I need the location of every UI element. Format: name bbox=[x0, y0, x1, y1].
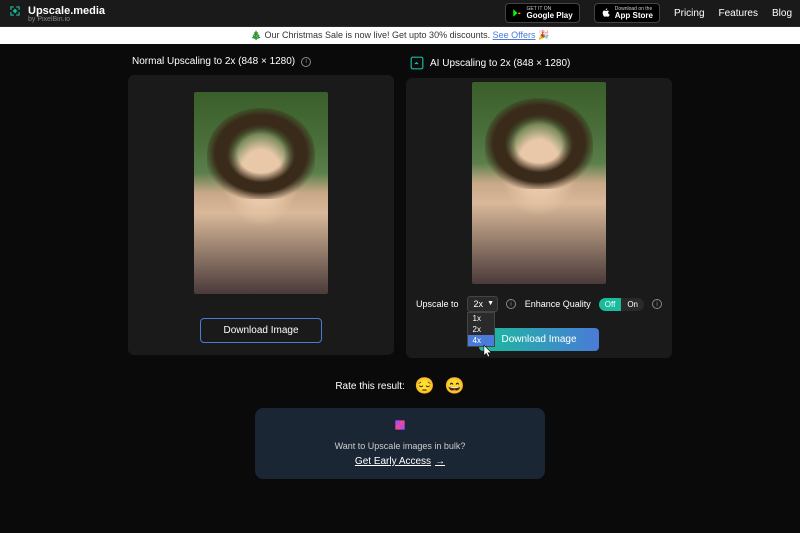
bulk-text: Want to Upscale images in bulk? bbox=[265, 441, 535, 451]
party-emoji: 🎉 bbox=[538, 30, 549, 40]
ai-panel: AI Upscaling to 2x (848 × 1280) Upscale … bbox=[406, 56, 672, 358]
nav-blog[interactable]: Blog bbox=[772, 8, 792, 19]
arrow-right-icon: → bbox=[435, 456, 445, 467]
toggle-off: Off bbox=[599, 298, 622, 311]
upscale-label: Upscale to bbox=[416, 299, 459, 309]
upscale-select[interactable]: 2x ▼ bbox=[467, 296, 499, 312]
logo-wrap[interactable]: Upscale.media by PixelBin.io bbox=[8, 4, 105, 23]
google-play-badge[interactable]: GET IT ONGoogle Play bbox=[505, 3, 579, 23]
nav-pricing[interactable]: Pricing bbox=[674, 8, 705, 19]
rate-label: Rate this result: bbox=[335, 381, 404, 392]
promo-link[interactable]: See Offers bbox=[493, 30, 536, 40]
apple-icon bbox=[601, 7, 611, 19]
option-4x[interactable]: 4x bbox=[468, 335, 494, 346]
normal-image bbox=[194, 92, 328, 294]
upscale-dropdown: 1x 2x 4x bbox=[467, 312, 495, 347]
app-store-badge[interactable]: Download on theApp Store bbox=[594, 3, 660, 23]
info-icon[interactable]: i bbox=[652, 299, 662, 309]
ai-title: AI Upscaling to 2x (848 × 1280) bbox=[430, 58, 570, 69]
rate-bad-emoji[interactable]: 😔 bbox=[415, 376, 435, 396]
promo-text: Our Christmas Sale is now live! Get upto… bbox=[265, 30, 491, 40]
normal-panel: Normal Upscaling to 2x (848 × 1280) i Do… bbox=[128, 56, 394, 358]
rate-row: Rate this result: 😔 😄 bbox=[0, 376, 800, 396]
normal-title: Normal Upscaling to 2x (848 × 1280) bbox=[132, 56, 295, 67]
upscale-logo-icon bbox=[8, 4, 22, 18]
bulk-card: Want to Upscale images in bulk? Get Earl… bbox=[255, 408, 545, 479]
ai-image bbox=[472, 82, 606, 284]
logo-subtitle: by PixelBin.io bbox=[28, 16, 105, 23]
info-icon[interactable]: i bbox=[301, 57, 311, 67]
chevron-down-icon: ▼ bbox=[487, 300, 494, 307]
option-1x[interactable]: 1x bbox=[468, 313, 494, 324]
ai-upscale-icon bbox=[410, 56, 424, 70]
tree-emoji: 🎄 bbox=[251, 30, 262, 40]
enhance-label: Enhance Quality bbox=[525, 299, 591, 309]
promo-bar: 🎄 Our Christmas Sale is now live! Get up… bbox=[0, 27, 800, 44]
rate-good-emoji[interactable]: 😄 bbox=[445, 376, 465, 396]
google-play-icon bbox=[512, 8, 522, 18]
bulk-icon bbox=[393, 418, 407, 432]
toggle-on: On bbox=[621, 298, 644, 311]
download-normal-button[interactable]: Download Image bbox=[200, 318, 321, 343]
nav-features[interactable]: Features bbox=[719, 8, 758, 19]
option-2x[interactable]: 2x bbox=[468, 324, 494, 335]
enhance-toggle[interactable]: Off On bbox=[599, 298, 644, 311]
bulk-link[interactable]: Get Early Access → bbox=[355, 456, 445, 467]
info-icon[interactable]: i bbox=[506, 299, 516, 309]
download-ai-button[interactable]: Download Image bbox=[479, 328, 598, 351]
header: Upscale.media by PixelBin.io GET IT ONGo… bbox=[0, 0, 800, 27]
